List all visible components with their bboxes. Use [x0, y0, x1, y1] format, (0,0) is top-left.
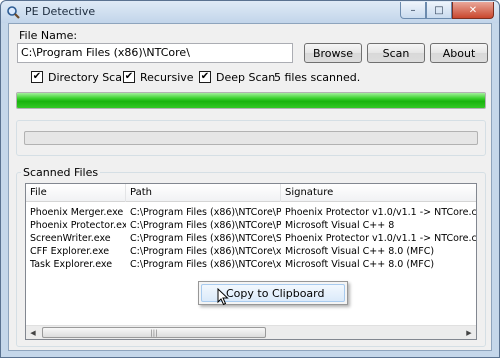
signature-cell: Microsoft Visual C++ 8 [285, 220, 395, 231]
file-name-input[interactable]: C:\Program Files (x86)\NTCore\ [17, 43, 293, 63]
scan-progress-fill [17, 93, 485, 108]
scroll-thumb[interactable]: ||| [42, 327, 266, 338]
horizontal-scrollbar[interactable]: ◀ ||| ▶ [26, 325, 476, 339]
deep-scan-label: Deep Scan [216, 70, 276, 84]
scanned-files-title: Scanned Files [21, 166, 101, 179]
list-header: File Path Signature [26, 184, 476, 202]
path-cell: C:\Program Files (x86)\NTCore\x64 [130, 246, 281, 257]
file-name-label: File Name: [19, 29, 78, 42]
table-row[interactable]: Task Explorer.exe C:\Program Files (x86)… [26, 258, 476, 271]
directory-scan-checkbox[interactable]: ✔ Directory Scan [31, 70, 129, 84]
table-row[interactable]: Phoenix Protector.exe C:\Program Files (… [26, 219, 476, 232]
scanned-files-list[interactable]: File Path Signature Phoenix Merger.exe C… [25, 183, 477, 340]
maximize-button[interactable]: □ [426, 2, 452, 19]
path-cell: C:\Program Files (x86)\NTCore\Scre... [130, 233, 281, 244]
file-cell: Task Explorer.exe [30, 259, 113, 270]
path-cell: C:\Program Files (x86)\NTCore\x64 [130, 259, 281, 270]
column-header-signature[interactable]: Signature [281, 184, 476, 202]
signature-cell: Phoenix Protector v1.0/v1.1 -> NTCore.co… [285, 233, 477, 244]
checkmark-icon: ✔ [123, 71, 135, 83]
file-cell: Phoenix Protector.exe [30, 220, 126, 231]
column-header-path[interactable]: Path [126, 184, 281, 202]
column-header-file[interactable]: File [26, 184, 126, 202]
file-cell: ScreenWriter.exe [30, 233, 111, 244]
directory-scan-label: Directory Scan [48, 70, 129, 84]
secondary-progress-group [16, 120, 486, 156]
browse-button[interactable]: Browse [304, 43, 362, 63]
scan-status-text: 5 files scanned. [274, 71, 361, 84]
app-window: PE Detective – □ ✕ File Name: C:\Program… [0, 0, 500, 358]
path-cell: C:\Program Files (x86)\NTCore\Phoeni... [130, 207, 281, 218]
scanned-files-group: Scanned Files File Path Signature Phoeni… [16, 166, 486, 347]
checkmark-icon: ✔ [199, 71, 211, 83]
table-row[interactable]: Phoenix Merger.exe C:\Program Files (x86… [26, 206, 476, 219]
checkmark-icon: ✔ [31, 71, 43, 83]
file-progress-bar [24, 131, 478, 145]
scan-progress-bar [16, 92, 486, 109]
window-title: PE Detective [25, 5, 96, 18]
table-row[interactable]: CFF Explorer.exe C:\Program Files (x86)\… [26, 245, 476, 258]
mouse-pointer-icon [217, 288, 229, 306]
signature-cell: Microsoft Visual C++ 8.0 (MFC) [285, 259, 435, 270]
scroll-left-icon[interactable]: ◀ [26, 326, 40, 339]
scroll-right-icon[interactable]: ▶ [462, 326, 476, 339]
deep-scan-checkbox[interactable]: ✔ Deep Scan [199, 70, 275, 84]
app-magnifier-icon [7, 6, 20, 19]
signature-cell: Microsoft Visual C++ 8.0 (MFC) [285, 246, 435, 257]
close-button[interactable]: ✕ [452, 2, 494, 19]
minimize-button[interactable]: – [400, 2, 426, 19]
caption-buttons: – □ ✕ [400, 2, 494, 20]
table-row[interactable]: ScreenWriter.exe C:\Program Files (x86)\… [26, 232, 476, 245]
path-cell: C:\Program Files (x86)\NTCore\Phoe... [130, 220, 281, 231]
signature-cell: Phoenix Protector v1.0/v1.1 -> NTCore.co… [285, 207, 477, 218]
title-bar[interactable]: PE Detective – □ ✕ [1, 1, 499, 23]
file-cell: Phoenix Merger.exe [30, 207, 124, 218]
client-area: File Name: C:\Program Files (x86)\NTCore… [8, 23, 492, 351]
recursive-label: Recursive [140, 70, 194, 84]
file-cell: CFF Explorer.exe [30, 246, 110, 257]
recursive-checkbox[interactable]: ✔ Recursive [123, 70, 194, 84]
scan-button[interactable]: Scan [367, 43, 425, 63]
about-button[interactable]: About [430, 43, 488, 63]
